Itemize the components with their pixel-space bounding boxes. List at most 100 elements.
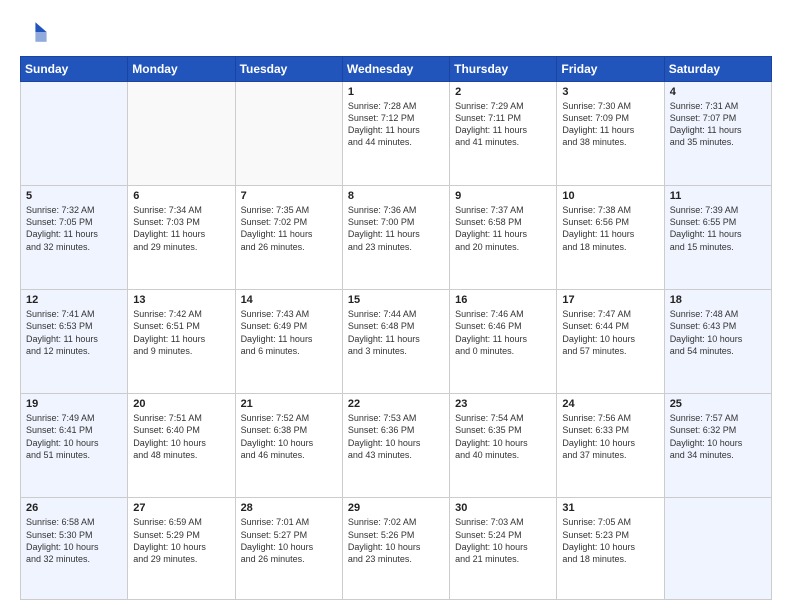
cell-text: Sunrise: 7:35 AM Sunset: 7:02 PM Dayligh… [241, 204, 337, 253]
calendar-cell: 6 Sunrise: 7:34 AM Sunset: 7:03 PM Daylig… [128, 186, 235, 290]
cell-text: Sunrise: 7:49 AM Sunset: 6:41 PM Dayligh… [26, 412, 122, 461]
calendar-cell: 24 Sunrise: 7:56 AM Sunset: 6:33 PM Dayli… [557, 394, 664, 498]
calendar-week-row: 1 Sunrise: 7:28 AM Sunset: 7:12 PM Daylig… [21, 82, 772, 186]
day-number: 21 [241, 398, 337, 410]
cell-text: Sunrise: 7:41 AM Sunset: 6:53 PM Dayligh… [26, 308, 122, 357]
cell-text: Sunrise: 7:42 AM Sunset: 6:51 PM Dayligh… [133, 308, 229, 357]
calendar-cell: 25 Sunrise: 7:57 AM Sunset: 6:32 PM Dayli… [664, 394, 771, 498]
cell-text: Sunrise: 7:53 AM Sunset: 6:36 PM Dayligh… [348, 412, 444, 461]
calendar-cell: 12 Sunrise: 7:41 AM Sunset: 6:53 PM Dayli… [21, 290, 128, 394]
day-number: 10 [562, 190, 658, 202]
calendar-cell: 3 Sunrise: 7:30 AM Sunset: 7:09 PM Daylig… [557, 82, 664, 186]
cell-text: Sunrise: 7:44 AM Sunset: 6:48 PM Dayligh… [348, 308, 444, 357]
calendar-cell: 5 Sunrise: 7:32 AM Sunset: 7:05 PM Daylig… [21, 186, 128, 290]
calendar-cell: 11Sunrise: 7:39 AM Sunset: 6:55 PM Dayli… [664, 186, 771, 290]
day-number: 25 [670, 398, 766, 410]
day-number: 17 [562, 294, 658, 306]
day-number: 5 [26, 190, 122, 202]
cell-text: Sunrise: 7:56 AM Sunset: 6:33 PM Dayligh… [562, 412, 658, 461]
weekday-header: Thursday [450, 57, 557, 82]
cell-text: Sunrise: 7:46 AM Sunset: 6:46 PM Dayligh… [455, 308, 551, 357]
calendar-cell: 16 Sunrise: 7:46 AM Sunset: 6:46 PM Dayli… [450, 290, 557, 394]
calendar-cell: 19 Sunrise: 7:49 AM Sunset: 6:41 PM Dayli… [21, 394, 128, 498]
day-number: 23 [455, 398, 551, 410]
day-number: 20 [133, 398, 229, 410]
cell-text: Sunrise: 7:34 AM Sunset: 7:03 PM Dayligh… [133, 204, 229, 253]
calendar-week-row: 26 Sunrise: 6:58 AM Sunset: 5:30 PM Dayli… [21, 498, 772, 600]
calendar: SundayMondayTuesdayWednesdayThursdayFrid… [20, 56, 772, 600]
calendar-cell: 23 Sunrise: 7:54 AM Sunset: 6:35 PM Dayli… [450, 394, 557, 498]
calendar-cell [235, 82, 342, 186]
cell-text: Sunrise: 7:28 AM Sunset: 7:12 PM Dayligh… [348, 100, 444, 149]
calendar-cell: 8 Sunrise: 7:36 AM Sunset: 7:00 PM Daylig… [342, 186, 449, 290]
cell-text: Sunrise: 7:47 AM Sunset: 6:44 PM Dayligh… [562, 308, 658, 357]
cell-text: Sunrise: 7:54 AM Sunset: 6:35 PM Dayligh… [455, 412, 551, 461]
day-number: 12 [26, 294, 122, 306]
day-number: 16 [455, 294, 551, 306]
weekday-header: Friday [557, 57, 664, 82]
cell-text: Sunrise: 7:51 AM Sunset: 6:40 PM Dayligh… [133, 412, 229, 461]
day-number: 3 [562, 86, 658, 98]
calendar-cell: 30Sunrise: 7:03 AM Sunset: 5:24 PM Dayli… [450, 498, 557, 600]
cell-text: Sunrise: 7:30 AM Sunset: 7:09 PM Dayligh… [562, 100, 658, 149]
cell-text: Sunrise: 7:01 AM Sunset: 5:27 PM Dayligh… [241, 516, 337, 565]
day-number: 19 [26, 398, 122, 410]
calendar-cell: 26 Sunrise: 6:58 AM Sunset: 5:30 PM Dayli… [21, 498, 128, 600]
calendar-cell [21, 82, 128, 186]
weekday-header: Monday [128, 57, 235, 82]
weekday-header: Wednesday [342, 57, 449, 82]
cell-text: Sunrise: 7:52 AM Sunset: 6:38 PM Dayligh… [241, 412, 337, 461]
cell-text: Sunrise: 7:57 AM Sunset: 6:32 PM Dayligh… [670, 412, 766, 461]
day-number: 26 [26, 502, 122, 514]
weekday-header: Sunday [21, 57, 128, 82]
day-number: 22 [348, 398, 444, 410]
day-number: 29 [348, 502, 444, 514]
day-number: 18 [670, 294, 766, 306]
calendar-cell: 13 Sunrise: 7:42 AM Sunset: 6:51 PM Dayli… [128, 290, 235, 394]
cell-text: Sunrise: 6:58 AM Sunset: 5:30 PM Dayligh… [26, 516, 122, 565]
calendar-cell: 21 Sunrise: 7:52 AM Sunset: 6:38 PM Dayli… [235, 394, 342, 498]
calendar-cell: 31Sunrise: 7:05 AM Sunset: 5:23 PM Dayli… [557, 498, 664, 600]
calendar-cell [128, 82, 235, 186]
day-number: 7 [241, 190, 337, 202]
calendar-week-row: 12 Sunrise: 7:41 AM Sunset: 6:53 PM Dayli… [21, 290, 772, 394]
calendar-cell: 10 Sunrise: 7:38 AM Sunset: 6:56 PM Dayli… [557, 186, 664, 290]
cell-text: Sunrise: 7:32 AM Sunset: 7:05 PM Dayligh… [26, 204, 122, 253]
day-number: 1 [348, 86, 444, 98]
cell-text: Sunrise: 7:37 AM Sunset: 6:58 PM Dayligh… [455, 204, 551, 253]
calendar-cell [664, 498, 771, 600]
cell-text: Sunrise: 7:03 AM Sunset: 5:24 PM Dayligh… [455, 516, 551, 565]
weekday-header: Saturday [664, 57, 771, 82]
logo-icon [20, 18, 48, 46]
cell-text: Sunrise: 7:36 AM Sunset: 7:00 PM Dayligh… [348, 204, 444, 253]
calendar-cell: 1 Sunrise: 7:28 AM Sunset: 7:12 PM Daylig… [342, 82, 449, 186]
calendar-cell: 14 Sunrise: 7:43 AM Sunset: 6:49 PM Dayli… [235, 290, 342, 394]
cell-text: Sunrise: 7:38 AM Sunset: 6:56 PM Dayligh… [562, 204, 658, 253]
page: SundayMondayTuesdayWednesdayThursdayFrid… [0, 0, 792, 612]
calendar-cell: 4 Sunrise: 7:31 AM Sunset: 7:07 PM Daylig… [664, 82, 771, 186]
day-number: 14 [241, 294, 337, 306]
calendar-cell: 29 Sunrise: 7:02 AM Sunset: 5:26 PM Dayli… [342, 498, 449, 600]
calendar-cell: 9 Sunrise: 7:37 AM Sunset: 6:58 PM Daylig… [450, 186, 557, 290]
cell-text: Sunrise: 7:31 AM Sunset: 7:07 PM Dayligh… [670, 100, 766, 149]
day-number: 13 [133, 294, 229, 306]
day-number: 24 [562, 398, 658, 410]
calendar-week-row: 19 Sunrise: 7:49 AM Sunset: 6:41 PM Dayli… [21, 394, 772, 498]
cell-text: Sunrise: 7:02 AM Sunset: 5:26 PM Dayligh… [348, 516, 444, 565]
day-number: 6 [133, 190, 229, 202]
day-number: 4 [670, 86, 766, 98]
calendar-cell: 22 Sunrise: 7:53 AM Sunset: 6:36 PM Dayli… [342, 394, 449, 498]
cell-text: Sunrise: 7:29 AM Sunset: 7:11 PM Dayligh… [455, 100, 551, 149]
logo [20, 18, 52, 46]
day-number: 28 [241, 502, 337, 514]
cell-text: Sunrise: 7:05 AM Sunset: 5:23 PM Dayligh… [562, 516, 658, 565]
calendar-cell: 17 Sunrise: 7:47 AM Sunset: 6:44 PM Dayli… [557, 290, 664, 394]
calendar-cell: 20 Sunrise: 7:51 AM Sunset: 6:40 PM Dayli… [128, 394, 235, 498]
day-number: 8 [348, 190, 444, 202]
calendar-week-row: 5 Sunrise: 7:32 AM Sunset: 7:05 PM Daylig… [21, 186, 772, 290]
day-number: 2 [455, 86, 551, 98]
day-number: 9 [455, 190, 551, 202]
calendar-cell: 27Sunrise: 6:59 AM Sunset: 5:29 PM Dayli… [128, 498, 235, 600]
cell-text: Sunrise: 7:39 AM Sunset: 6:55 PM Dayligh… [670, 204, 766, 253]
cell-text: Sunrise: 7:43 AM Sunset: 6:49 PM Dayligh… [241, 308, 337, 357]
